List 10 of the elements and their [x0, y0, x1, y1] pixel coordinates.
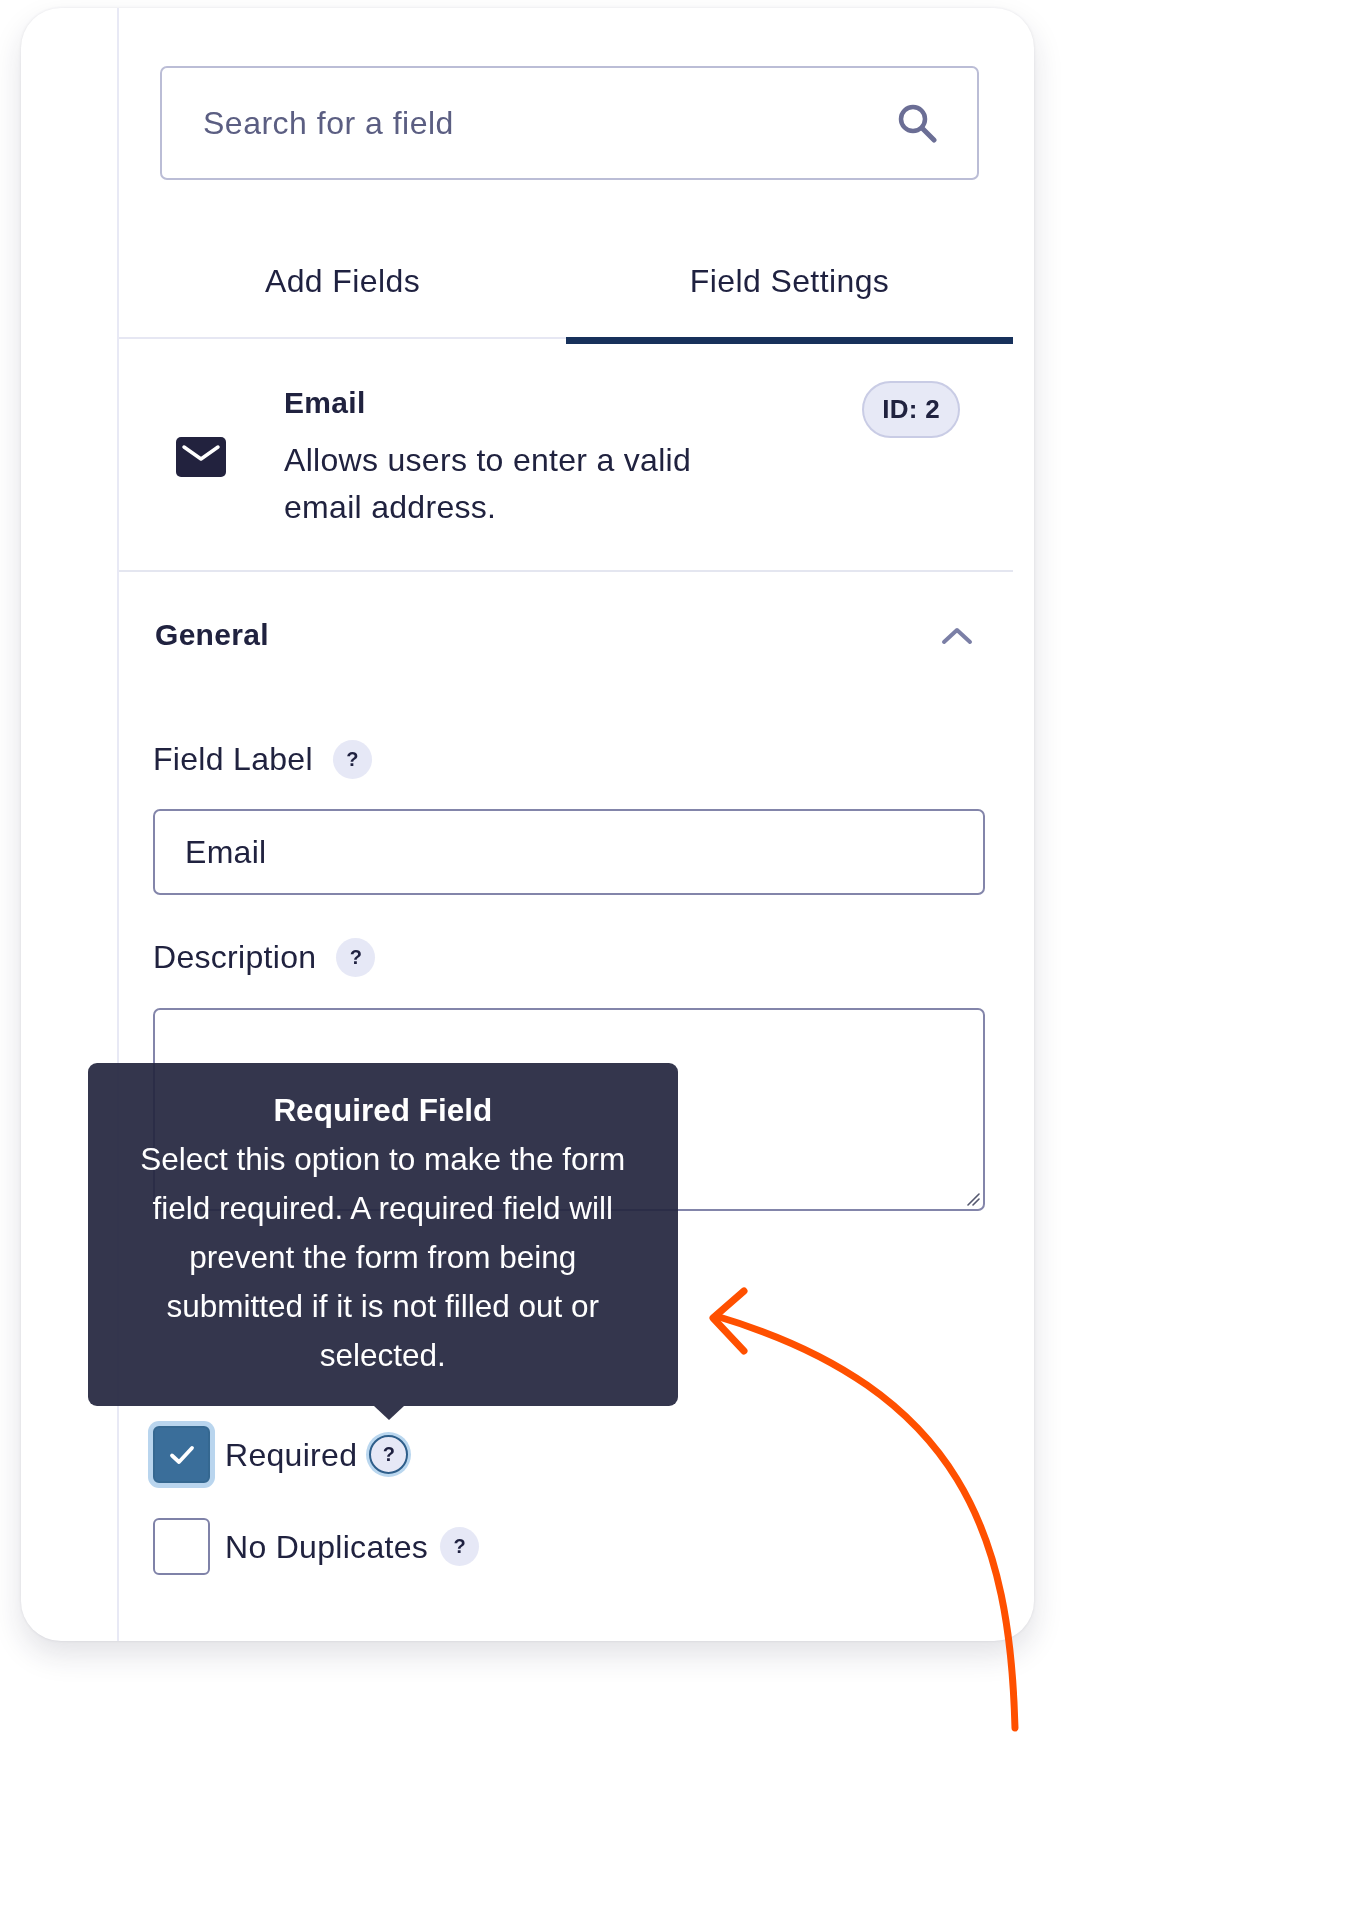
field-label: Description: [153, 938, 317, 977]
checkbox-label: Required: [225, 1435, 358, 1475]
tooltip-text: Select this option to make the form field required. A required field will prevent the form from being submitted if it is not filled out or selected.: [139, 1140, 627, 1375]
section-title: General: [155, 617, 269, 653]
tooltip-title: Required Field: [272, 1091, 494, 1130]
field-type-description: Allows users to enter a valid email address.: [284, 441, 693, 527]
id-badge: ID: 2: [862, 381, 960, 438]
field-label: Field Label: [153, 740, 313, 779]
checkbox-label: No Duplicates: [225, 1527, 429, 1567]
field-type-title: Email: [284, 385, 367, 421]
